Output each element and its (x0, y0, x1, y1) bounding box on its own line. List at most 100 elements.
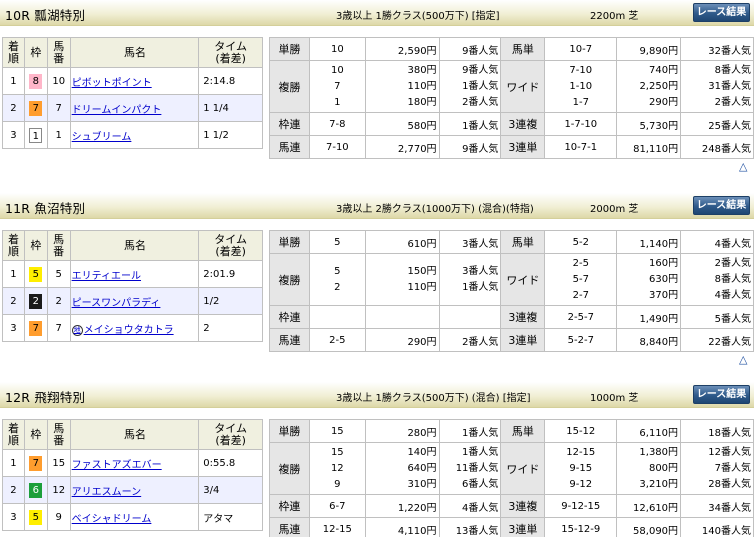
horse-name-link[interactable]: エリティエール (72, 271, 141, 282)
header-waku: 枠 (23, 419, 48, 450)
result-header-row: 着順 枠 馬番 馬名 タイム (着差) (2, 419, 263, 450)
horse-name-link[interactable]: シュブリーム (72, 132, 132, 143)
horse-name-link[interactable]: ベイシャドリーム (72, 514, 152, 525)
table-row: 2 6 12 アリエスムーン 3/4 (2, 476, 263, 504)
label-place: 複勝 (269, 60, 310, 113)
label-exacta: 馬単 (500, 419, 546, 443)
payout-table: 単勝 10 2,590円 9番人気 馬単 10-7 9,890円 32番人気 複… (269, 37, 754, 159)
race-12r: 12R 飛翔特別 3歳以上 1勝クラス(500万下) (混合) [指定] 100… (0, 382, 754, 537)
header-horse-name: 馬名 (69, 37, 200, 68)
horse-number: 10 (46, 67, 71, 95)
horse-number: 5 (46, 260, 71, 288)
rank: 3 (2, 121, 25, 149)
horse-name-link[interactable]: ファストアズエバー (72, 460, 162, 471)
result-table: 着順 枠 馬番 馬名 タイム (着差) 1 7 15 ファストアズエバー 0:55… (2, 419, 263, 531)
race-title: 12R 飛翔特別 (5, 390, 86, 405)
horse-name-link[interactable]: ピースワンパラディ (72, 298, 161, 309)
margin: 1 1/2 (198, 121, 263, 149)
horse-name-link[interactable]: メイショウタカトラ (84, 325, 174, 336)
table-row: 1 8 10 ピボットポイント 2:14.8 (2, 67, 263, 95)
margin: 1/2 (198, 287, 263, 315)
horse-number: 15 (46, 449, 71, 477)
table-row: 3 1 1 シュブリーム 1 1/2 (2, 121, 263, 149)
horse-number: 7 (46, 314, 71, 342)
bracket-badge: 2 (29, 293, 43, 309)
label-bracket: 枠連 (269, 494, 310, 518)
label-exacta: 馬単 (500, 230, 546, 254)
bracket-badge: 5 (29, 266, 43, 282)
label-quinella: 馬連 (269, 135, 310, 159)
label-quinella: 馬連 (269, 517, 310, 537)
header-rank: 着順 (2, 37, 25, 68)
label-win: 単勝 (269, 419, 310, 443)
race-10r: 10R 瓢湖特別 3歳以上 1勝クラス(500万下) [指定] 2200m 芝 … (0, 0, 754, 179)
finish-time: 2:14.8 (198, 67, 263, 95)
payout-table: 単勝 15 280円 1番人気 馬単 15-12 6,110円 18番人気 複勝… (269, 419, 754, 537)
race-distance: 2000m 芝 (590, 204, 639, 215)
margin: 1 1/4 (198, 94, 263, 122)
horse-name-link[interactable]: ドリームインパクト (72, 105, 162, 116)
rank: 3 (2, 503, 25, 531)
label-win: 単勝 (269, 230, 310, 254)
race-distance: 2200m 芝 (590, 11, 639, 22)
finish-time: 2:01.9 (198, 260, 263, 288)
header-horse-name: 馬名 (69, 230, 200, 261)
race-result-button[interactable]: レース結果 (693, 196, 750, 215)
header-horse-name: 馬名 (69, 419, 200, 450)
result-header-row: 着順 枠 馬番 馬名 タイム (着差) (2, 230, 263, 261)
rank: 3 (2, 314, 25, 342)
label-trio: 3連複 (500, 305, 546, 329)
table-row: 1 7 15 ファストアズエバー 0:55.8 (2, 449, 263, 477)
header-time: タイム (着差) (198, 230, 263, 261)
horse-name-link[interactable]: ピボットポイント (72, 78, 152, 89)
rank: 2 (2, 287, 25, 315)
header-number: 馬番 (46, 37, 71, 68)
bracket-badge: 7 (29, 320, 43, 336)
race-result-button[interactable]: レース結果 (693, 385, 750, 404)
table-row: 2 7 7 ドリームインパクト 1 1/4 (2, 94, 263, 122)
race-header: 11R 魚沼特別 3歳以上 2勝クラス(1000万下) (混合)(特指) 200… (0, 193, 754, 219)
race-conditions: 3歳以上 1勝クラス(500万下) [指定] (336, 11, 500, 22)
rank: 2 (2, 94, 25, 122)
table-row: 2 2 2 ピースワンパラディ 1/2 (2, 287, 263, 315)
bracket-badge: 5 (29, 509, 43, 525)
race-conditions: 3歳以上 1勝クラス(500万下) (混合) [指定] (336, 393, 531, 404)
table-row: 1 5 5 エリティエール 2:01.9 (2, 260, 263, 288)
horse-number: 1 (46, 121, 71, 149)
header-time: タイム (着差) (198, 37, 263, 68)
horse-number: 12 (46, 476, 71, 504)
table-row: 3 7 7 地メイショウタカトラ 2 (2, 314, 263, 342)
bracket-badge: 1 (29, 127, 43, 143)
horse-number: 9 (46, 503, 71, 531)
bracket-badge: 7 (29, 100, 43, 116)
label-trifecta: 3連単 (500, 328, 546, 352)
local-horse-marker-icon: 地 (71, 324, 83, 336)
race-result-button[interactable]: レース結果 (693, 3, 750, 22)
horse-number: 2 (46, 287, 71, 315)
rank: 2 (2, 476, 25, 504)
race-header: 10R 瓢湖特別 3歳以上 1勝クラス(500万下) [指定] 2200m 芝 … (0, 0, 754, 26)
label-trifecta: 3連単 (500, 135, 546, 159)
header-number: 馬番 (46, 419, 71, 450)
label-win: 単勝 (269, 37, 310, 61)
back-to-top-icon[interactable]: △ (739, 160, 747, 173)
label-bracket: 枠連 (269, 305, 310, 329)
table-row: 3 5 9 ベイシャドリーム アタマ (2, 503, 263, 531)
label-wide: ワイド (500, 60, 546, 113)
horse-number: 7 (46, 94, 71, 122)
rank: 1 (2, 67, 25, 95)
label-wide: ワイド (500, 253, 546, 306)
bracket-badge: 6 (29, 482, 43, 498)
bracket-badge: 7 (29, 455, 43, 471)
label-exacta: 馬単 (500, 37, 546, 61)
label-trio: 3連複 (500, 494, 546, 518)
horse-name-link[interactable]: アリエスムーン (72, 487, 142, 498)
label-wide: ワイド (500, 442, 546, 495)
margin: アタマ (198, 503, 263, 531)
label-place: 複勝 (269, 253, 310, 306)
bracket-badge: 8 (29, 73, 43, 89)
back-to-top-icon[interactable]: △ (739, 353, 747, 366)
label-trifecta: 3連単 (500, 517, 546, 537)
label-trio: 3連複 (500, 112, 546, 136)
label-bracket: 枠連 (269, 112, 310, 136)
